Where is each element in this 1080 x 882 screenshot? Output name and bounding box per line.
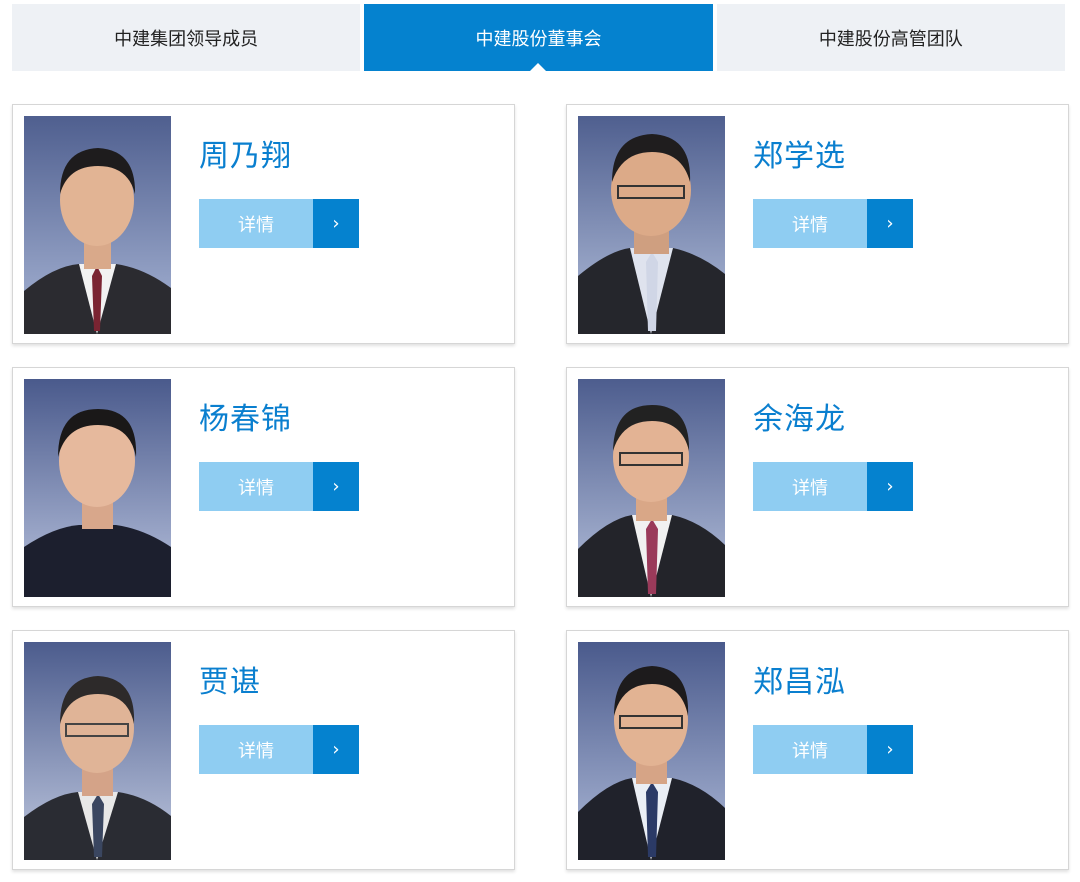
member-photo [24, 116, 171, 334]
detail-button[interactable]: 详情 › [199, 462, 359, 511]
member-card: 贾谌 详情 › [12, 630, 515, 870]
member-card: 郑学选 详情 › [566, 104, 1069, 344]
detail-button-label: 详情 [753, 462, 867, 511]
detail-button[interactable]: 详情 › [199, 199, 359, 248]
chevron-right-icon: › [867, 199, 913, 248]
member-name: 郑昌泓 [753, 665, 846, 700]
detail-button-label: 详情 [753, 725, 867, 774]
member-card: 周乃翔 详情 › [12, 104, 515, 344]
member-card: 余海龙 详情 › [566, 367, 1069, 607]
member-photo [578, 379, 725, 597]
detail-button-label: 详情 [199, 462, 313, 511]
chevron-right-icon: › [867, 462, 913, 511]
tab-bar: 中建集团领导成员 中建股份董事会 中建股份高管团队 [12, 4, 1065, 72]
detail-button[interactable]: 详情 › [753, 462, 913, 511]
member-name: 杨春锦 [199, 402, 292, 437]
chevron-right-icon: › [313, 199, 359, 248]
detail-button[interactable]: 详情 › [199, 725, 359, 774]
member-name: 余海龙 [753, 402, 846, 437]
tab-senior-management[interactable]: 中建股份高管团队 [716, 4, 1065, 71]
detail-button-label: 详情 [199, 199, 313, 248]
chevron-right-icon: › [867, 725, 913, 774]
member-card: 郑昌泓 详情 › [566, 630, 1069, 870]
detail-button[interactable]: 详情 › [753, 725, 913, 774]
detail-button[interactable]: 详情 › [753, 199, 913, 248]
member-photo [578, 116, 725, 334]
member-card: 杨春锦 详情 › [12, 367, 515, 607]
member-photo [578, 642, 725, 860]
chevron-right-icon: › [313, 725, 359, 774]
member-photo [24, 642, 171, 860]
chevron-right-icon: › [313, 462, 359, 511]
tab-board-of-directors[interactable]: 中建股份董事会 [364, 4, 713, 72]
tab-group-leaders[interactable]: 中建集团领导成员 [12, 4, 361, 71]
member-name: 郑学选 [753, 139, 846, 174]
detail-button-label: 详情 [753, 199, 867, 248]
member-photo [24, 379, 171, 597]
member-name: 周乃翔 [199, 139, 292, 174]
member-name: 贾谌 [199, 665, 261, 700]
detail-button-label: 详情 [199, 725, 313, 774]
